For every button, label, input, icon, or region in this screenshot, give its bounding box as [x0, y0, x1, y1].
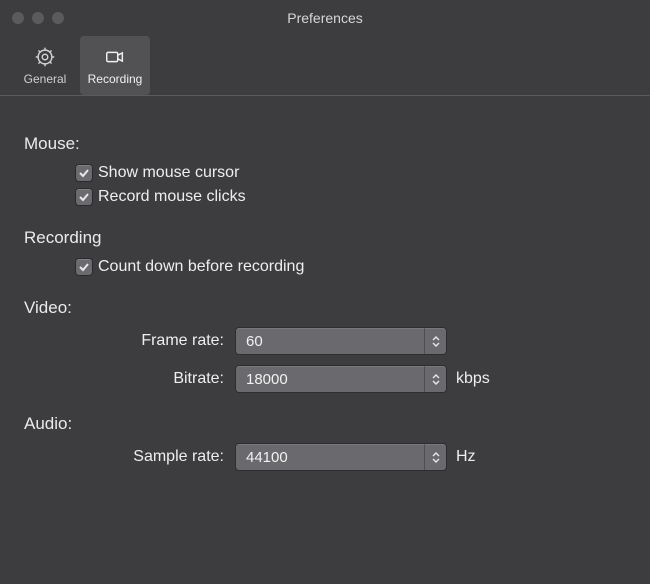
show-mouse-cursor-label: Show mouse cursor [98, 164, 239, 182]
gear-icon [34, 45, 56, 69]
titlebar: Preferences [0, 0, 650, 36]
section-video-label: Video: [24, 298, 626, 318]
video-camera-icon [103, 45, 127, 69]
check-icon [78, 261, 90, 273]
check-icon [78, 167, 90, 179]
show-mouse-cursor-row: Show mouse cursor [76, 164, 626, 182]
tab-general[interactable]: General [10, 36, 80, 95]
sample-rate-row: Sample rate: 44100 Hz [24, 444, 626, 470]
record-mouse-clicks-checkbox[interactable] [76, 189, 92, 205]
record-mouse-clicks-label: Record mouse clicks [98, 188, 246, 206]
section-mouse-label: Mouse: [24, 134, 626, 154]
frame-rate-select[interactable]: 60 [236, 328, 446, 354]
tab-general-label: General [24, 72, 67, 86]
check-icon [78, 191, 90, 203]
countdown-checkbox[interactable] [76, 259, 92, 275]
window-title: Preferences [0, 10, 650, 26]
stepper-icon [424, 444, 446, 470]
minimize-window-button[interactable] [32, 12, 44, 24]
sample-rate-unit: Hz [456, 448, 476, 466]
bitrate-unit: kbps [456, 370, 490, 388]
preferences-content: Mouse: Show mouse cursor Record mouse cl… [0, 96, 650, 506]
frame-rate-row: Frame rate: 60 [24, 328, 626, 354]
countdown-label: Count down before recording [98, 258, 304, 276]
bitrate-select[interactable]: 18000 [236, 366, 446, 392]
bitrate-label: Bitrate: [24, 370, 236, 388]
show-mouse-cursor-checkbox[interactable] [76, 165, 92, 181]
tab-recording[interactable]: Recording [80, 36, 150, 95]
frame-rate-value: 60 [246, 333, 263, 350]
countdown-row: Count down before recording [76, 258, 626, 276]
record-mouse-clicks-row: Record mouse clicks [76, 188, 626, 206]
bitrate-row: Bitrate: 18000 kbps [24, 366, 626, 392]
zoom-window-button[interactable] [52, 12, 64, 24]
stepper-icon [424, 328, 446, 354]
sample-rate-value: 44100 [246, 449, 288, 466]
sample-rate-label: Sample rate: [24, 448, 236, 466]
sample-rate-select[interactable]: 44100 [236, 444, 446, 470]
close-window-button[interactable] [12, 12, 24, 24]
section-recording-label: Recording [24, 228, 626, 248]
toolbar-tabs: General Recording [0, 36, 650, 96]
frame-rate-label: Frame rate: [24, 332, 236, 350]
traffic-lights [12, 12, 64, 24]
bitrate-value: 18000 [246, 371, 288, 388]
stepper-icon [424, 366, 446, 392]
tab-recording-label: Recording [88, 72, 143, 86]
section-audio-label: Audio: [24, 414, 626, 434]
